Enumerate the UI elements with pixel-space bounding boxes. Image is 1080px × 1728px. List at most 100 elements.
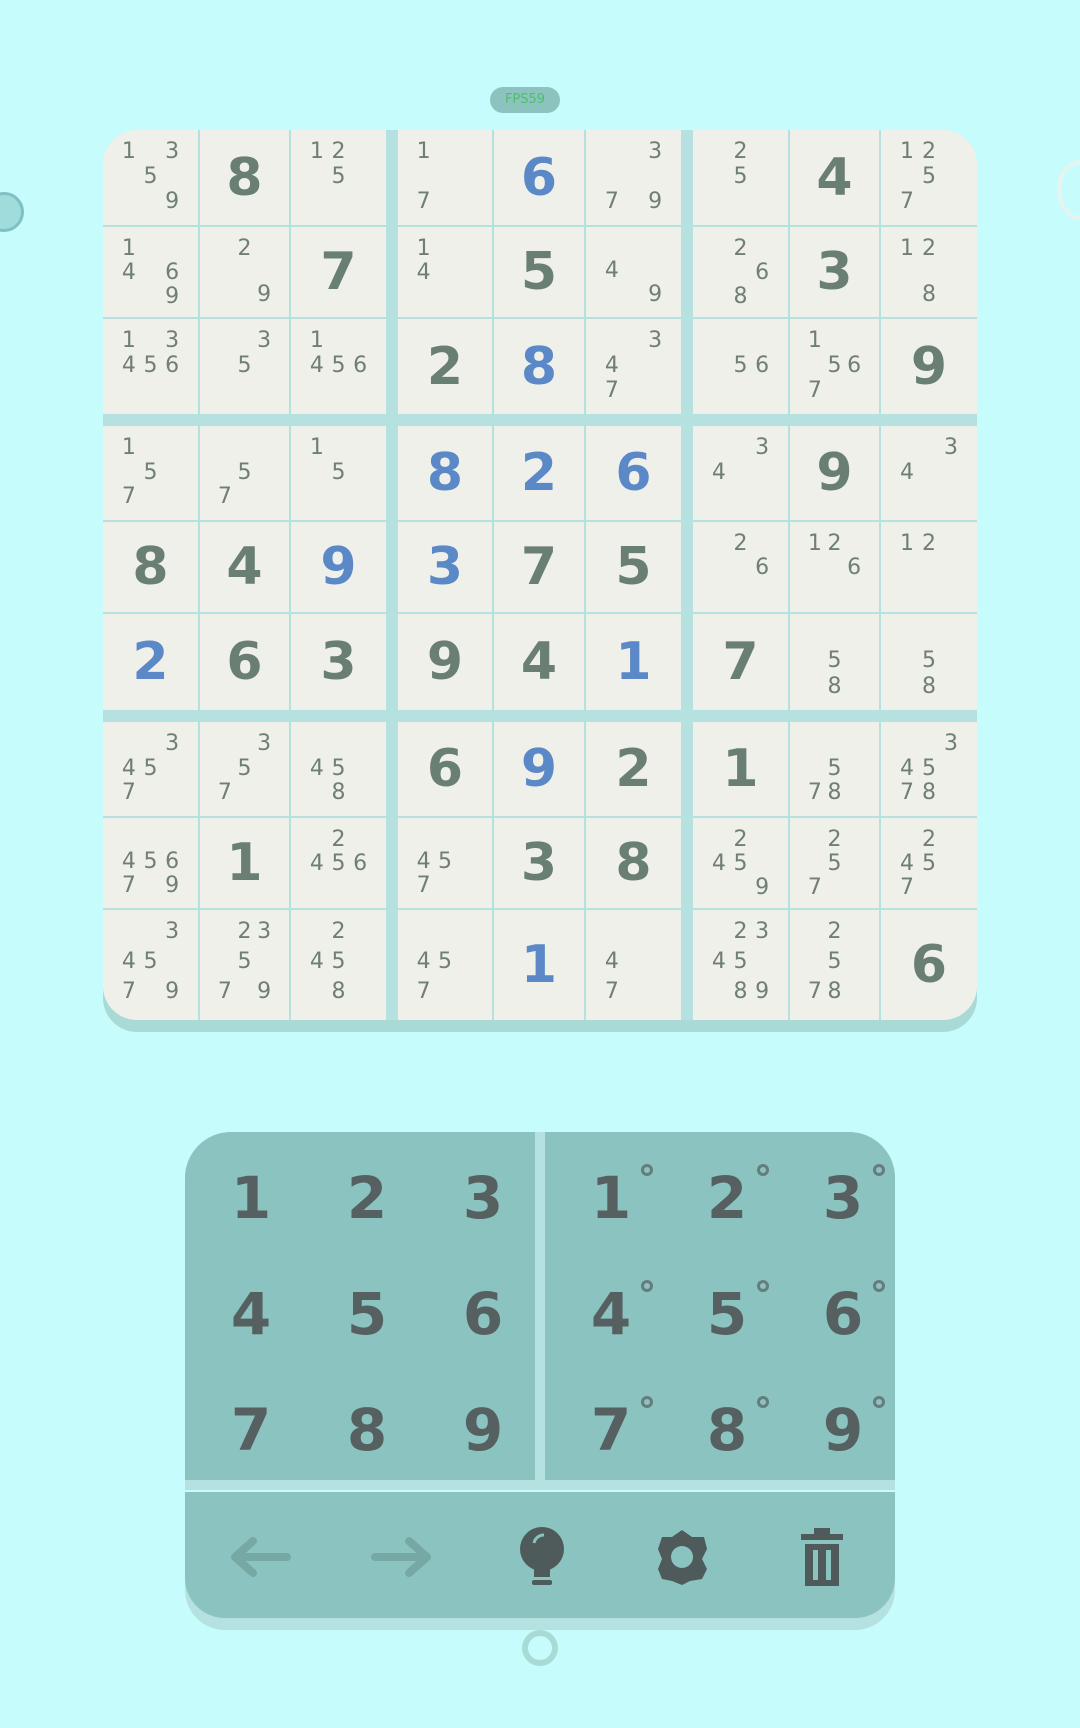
hint-button[interactable] (497, 1512, 587, 1602)
cell-r3c1[interactable]: 1 3 456 (103, 319, 198, 414)
cell-r7c6[interactable]: 2 (586, 722, 681, 816)
digit-key-7[interactable]: 7 (193, 1372, 309, 1488)
cell-r1c8[interactable]: 4 (790, 130, 879, 225)
note-key-2[interactable]: 2 (669, 1140, 785, 1256)
note-key-7[interactable]: 7 (553, 1372, 669, 1488)
cell-r2c1[interactable]: 14 69 (103, 227, 198, 317)
digit-key-8[interactable]: 8 (309, 1372, 425, 1488)
cell-r2c6[interactable]: 49 (586, 227, 681, 317)
cell-r7c4[interactable]: 6 (398, 722, 492, 816)
cell-r5c3[interactable]: 9 (291, 522, 386, 612)
cell-r9c8[interactable]: 2 578 (790, 910, 879, 1020)
digit-key-1[interactable]: 1 (193, 1140, 309, 1256)
digit-key-4[interactable]: 4 (193, 1256, 309, 1372)
cell-r8c5[interactable]: 3 (494, 818, 584, 908)
digit-key-6[interactable]: 6 (425, 1256, 541, 1372)
note-key-8[interactable]: 8 (669, 1372, 785, 1488)
cell-r6c5[interactable]: 4 (494, 614, 584, 710)
cell-r5c6[interactable]: 5 (586, 522, 681, 612)
cell-r4c4[interactable]: 8 (398, 426, 492, 520)
cell-r2c7[interactable]: 268 (693, 227, 788, 317)
side-handle-right[interactable] (1057, 160, 1080, 220)
cell-r6c4[interactable]: 9 (398, 614, 492, 710)
cell-r9c4[interactable]: 457 (398, 910, 492, 1020)
cell-r8c2[interactable]: 1 (200, 818, 289, 908)
cell-r9c2[interactable]: 23579 (200, 910, 289, 1020)
cell-r6c8[interactable]: 58 (790, 614, 879, 710)
settings-button[interactable] (637, 1512, 727, 1602)
cell-r9c3[interactable]: 245 8 (291, 910, 386, 1020)
note-key-5[interactable]: 5 (669, 1256, 785, 1372)
cell-r8c4[interactable]: 457 (398, 818, 492, 908)
cell-r1c6[interactable]: 3 7 9 (586, 130, 681, 225)
note-key-4[interactable]: 4 (553, 1256, 669, 1372)
cell-r5c5[interactable]: 7 (494, 522, 584, 612)
cell-r1c3[interactable]: 125 (291, 130, 386, 225)
cell-r4c7[interactable]: 34 (693, 426, 788, 520)
cell-r7c9[interactable]: 3 4578 (881, 722, 977, 816)
cell-r4c2[interactable]: 57 (200, 426, 289, 520)
cell-r2c5[interactable]: 5 (494, 227, 584, 317)
cell-r7c2[interactable]: 357 (200, 722, 289, 816)
cell-r8c3[interactable]: 2456 (291, 818, 386, 908)
cell-r1c7[interactable]: 25 (693, 130, 788, 225)
cell-r8c1[interactable]: 456 7 9 (103, 818, 198, 908)
cell-r7c3[interactable]: 458 (291, 722, 386, 816)
cell-r8c9[interactable]: 2457 (881, 818, 977, 908)
cell-r7c8[interactable]: 578 (790, 722, 879, 816)
undo-button[interactable] (215, 1512, 305, 1602)
cell-r3c2[interactable]: 35 (200, 319, 289, 414)
cell-r5c9[interactable]: 12 (881, 522, 977, 612)
cell-r2c3[interactable]: 7 (291, 227, 386, 317)
cell-r6c2[interactable]: 6 (200, 614, 289, 710)
cell-r1c5[interactable]: 6 (494, 130, 584, 225)
cell-r4c5[interactable]: 2 (494, 426, 584, 520)
digit-key-2[interactable]: 2 (309, 1140, 425, 1256)
cell-r4c6[interactable]: 6 (586, 426, 681, 520)
cell-r9c7[interactable]: 23 45 89 (693, 910, 788, 1020)
cell-r6c9[interactable]: 58 (881, 614, 977, 710)
cell-r2c4[interactable]: 14 (398, 227, 492, 317)
note-key-1[interactable]: 1 (553, 1140, 669, 1256)
cell-r9c6[interactable]: 47 (586, 910, 681, 1020)
cell-r5c8[interactable]: 126 (790, 522, 879, 612)
cell-r4c3[interactable]: 15 (291, 426, 386, 520)
digit-key-5[interactable]: 5 (309, 1256, 425, 1372)
cell-r2c8[interactable]: 3 (790, 227, 879, 317)
redo-button[interactable] (357, 1512, 447, 1602)
digit-key-9[interactable]: 9 (425, 1372, 541, 1488)
cell-r9c5[interactable]: 1 (494, 910, 584, 1020)
cell-r6c6[interactable]: 1 (586, 614, 681, 710)
cell-r5c4[interactable]: 3 (398, 522, 492, 612)
cell-r2c9[interactable]: 12 8 (881, 227, 977, 317)
cell-r2c2[interactable]: 29 (200, 227, 289, 317)
cell-r6c7[interactable]: 7 (693, 614, 788, 710)
cell-r4c1[interactable]: 157 (103, 426, 198, 520)
cell-r3c7[interactable]: 56 (693, 319, 788, 414)
side-handle-left[interactable] (0, 192, 24, 232)
cell-r1c9[interactable]: 1257 (881, 130, 977, 225)
cell-r8c8[interactable]: 257 (790, 818, 879, 908)
digit-key-3[interactable]: 3 (425, 1140, 541, 1256)
note-key-6[interactable]: 6 (785, 1256, 895, 1372)
cell-r1c4[interactable]: 17 (398, 130, 492, 225)
cell-r4c8[interactable]: 9 (790, 426, 879, 520)
cell-r7c1[interactable]: 3 457 (103, 722, 198, 816)
cell-r8c7[interactable]: 2459 (693, 818, 788, 908)
cell-r3c6[interactable]: 3 47 (586, 319, 681, 414)
cell-r6c3[interactable]: 3 (291, 614, 386, 710)
cell-r3c3[interactable]: 1456 (291, 319, 386, 414)
drag-handle[interactable] (522, 1630, 558, 1666)
cell-r6c1[interactable]: 2 (103, 614, 198, 710)
cell-r1c2[interactable]: 8 (200, 130, 289, 225)
note-key-3[interactable]: 3 (785, 1140, 895, 1256)
cell-r3c4[interactable]: 2 (398, 319, 492, 414)
cell-r8c6[interactable]: 8 (586, 818, 681, 908)
cell-r3c8[interactable]: 1567 (790, 319, 879, 414)
cell-r3c5[interactable]: 8 (494, 319, 584, 414)
cell-r1c1[interactable]: 1 359 (103, 130, 198, 225)
cell-r4c9[interactable]: 34 (881, 426, 977, 520)
cell-r5c7[interactable]: 26 (693, 522, 788, 612)
delete-button[interactable] (777, 1512, 867, 1602)
cell-r5c2[interactable]: 4 (200, 522, 289, 612)
